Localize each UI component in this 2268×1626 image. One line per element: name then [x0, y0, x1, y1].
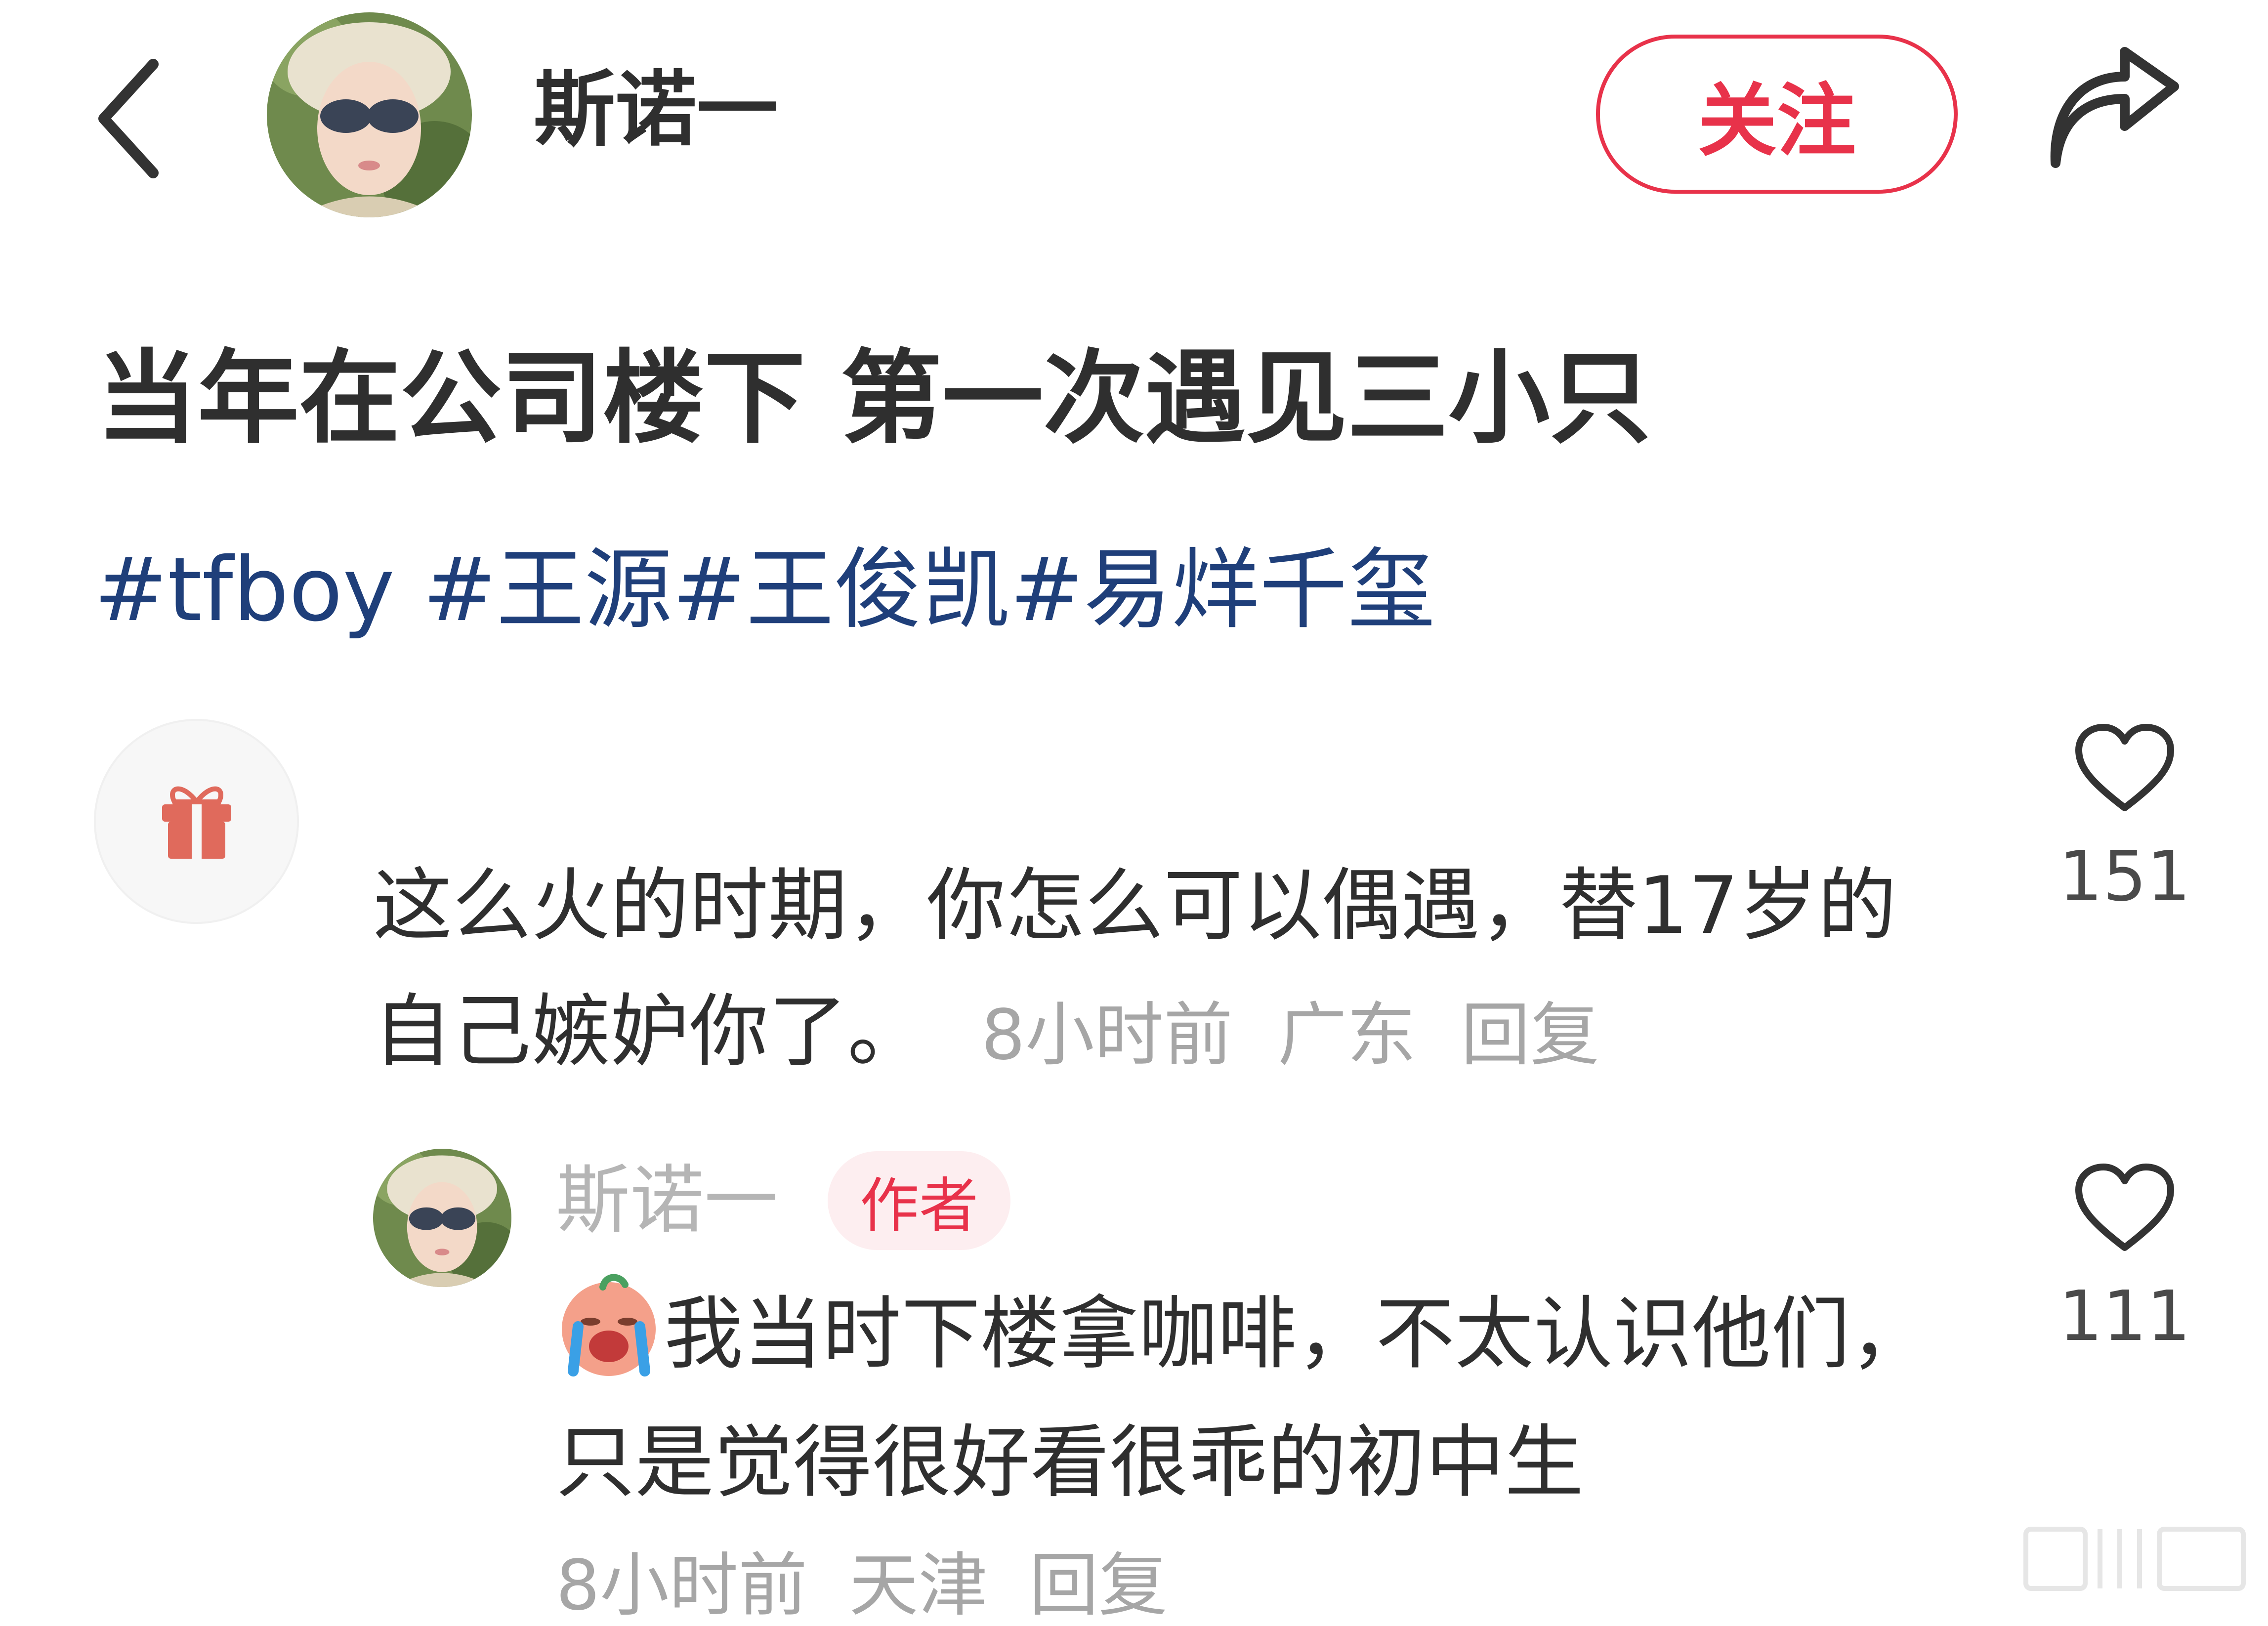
post-tags: #tfboy #王源 #王俊凯 #易烊千玺 — [94, 546, 1435, 634]
post-title: 当年在公司楼下 第一次遇见三小只 — [96, 340, 1651, 458]
like-count: 111 — [2058, 1276, 2191, 1357]
heart-icon[interactable] — [2073, 721, 2177, 815]
comment-body: 这么火的时期，你怎么可以偶遇，替17岁的自己嫉妒你了。 8小时前 广东 回复 — [373, 842, 1954, 1098]
reply-like: 111 — [2051, 1161, 2199, 1351]
watermark — [2016, 1509, 2253, 1608]
reply-author-avatar[interactable] — [373, 1149, 511, 1287]
comment-reply-link[interactable]: 回复 — [1461, 995, 1599, 1076]
reply-meta: 8小时前 天津 回复 — [556, 1551, 1168, 1621]
reply-author-name[interactable]: 斯诺一 — [556, 1164, 778, 1238]
gift-icon — [162, 786, 231, 859]
heart-icon[interactable] — [2073, 1161, 2177, 1255]
chevron-left-icon — [98, 59, 159, 178]
comment-time: 8小时前 — [981, 995, 1233, 1076]
author-badge: 作者 — [828, 1151, 1010, 1250]
author-avatar[interactable] — [267, 12, 472, 217]
tag-yiyangqianxi[interactable]: #易烊千玺 — [1010, 546, 1435, 634]
tag-tfboy[interactable]: #tfboy — [94, 546, 395, 634]
reply-text: 我当时下楼拿咖啡，不太认识他们，只是觉得很好看很乖的初中生 — [556, 1288, 1930, 1508]
comment-like: 151 — [2051, 721, 2199, 912]
reply-body: 我当时下楼拿咖啡，不太认识他们，只是觉得很好看很乖的初中生 — [556, 1270, 1989, 1527]
like-count: 151 — [2058, 836, 2191, 917]
back-button[interactable] — [94, 54, 193, 183]
commenter-avatar[interactable] — [94, 719, 299, 924]
reply-time: 8小时前 — [556, 1545, 808, 1626]
reply-reply-link[interactable]: 回复 — [1029, 1545, 1168, 1626]
share-button[interactable] — [2041, 47, 2184, 175]
tag-wangjunkai[interactable]: #王俊凯 — [672, 546, 1010, 634]
author-name[interactable]: 斯诺一 — [534, 69, 778, 151]
comment-location: 广东 — [1277, 995, 1416, 1076]
share-arrow-icon — [2050, 47, 2179, 168]
tag-wangyuan[interactable]: #王源 — [395, 546, 672, 634]
reply-location: 天津 — [849, 1545, 988, 1626]
crying-emoji-icon — [562, 1274, 656, 1376]
follow-button[interactable]: 关注 — [1596, 35, 1958, 194]
